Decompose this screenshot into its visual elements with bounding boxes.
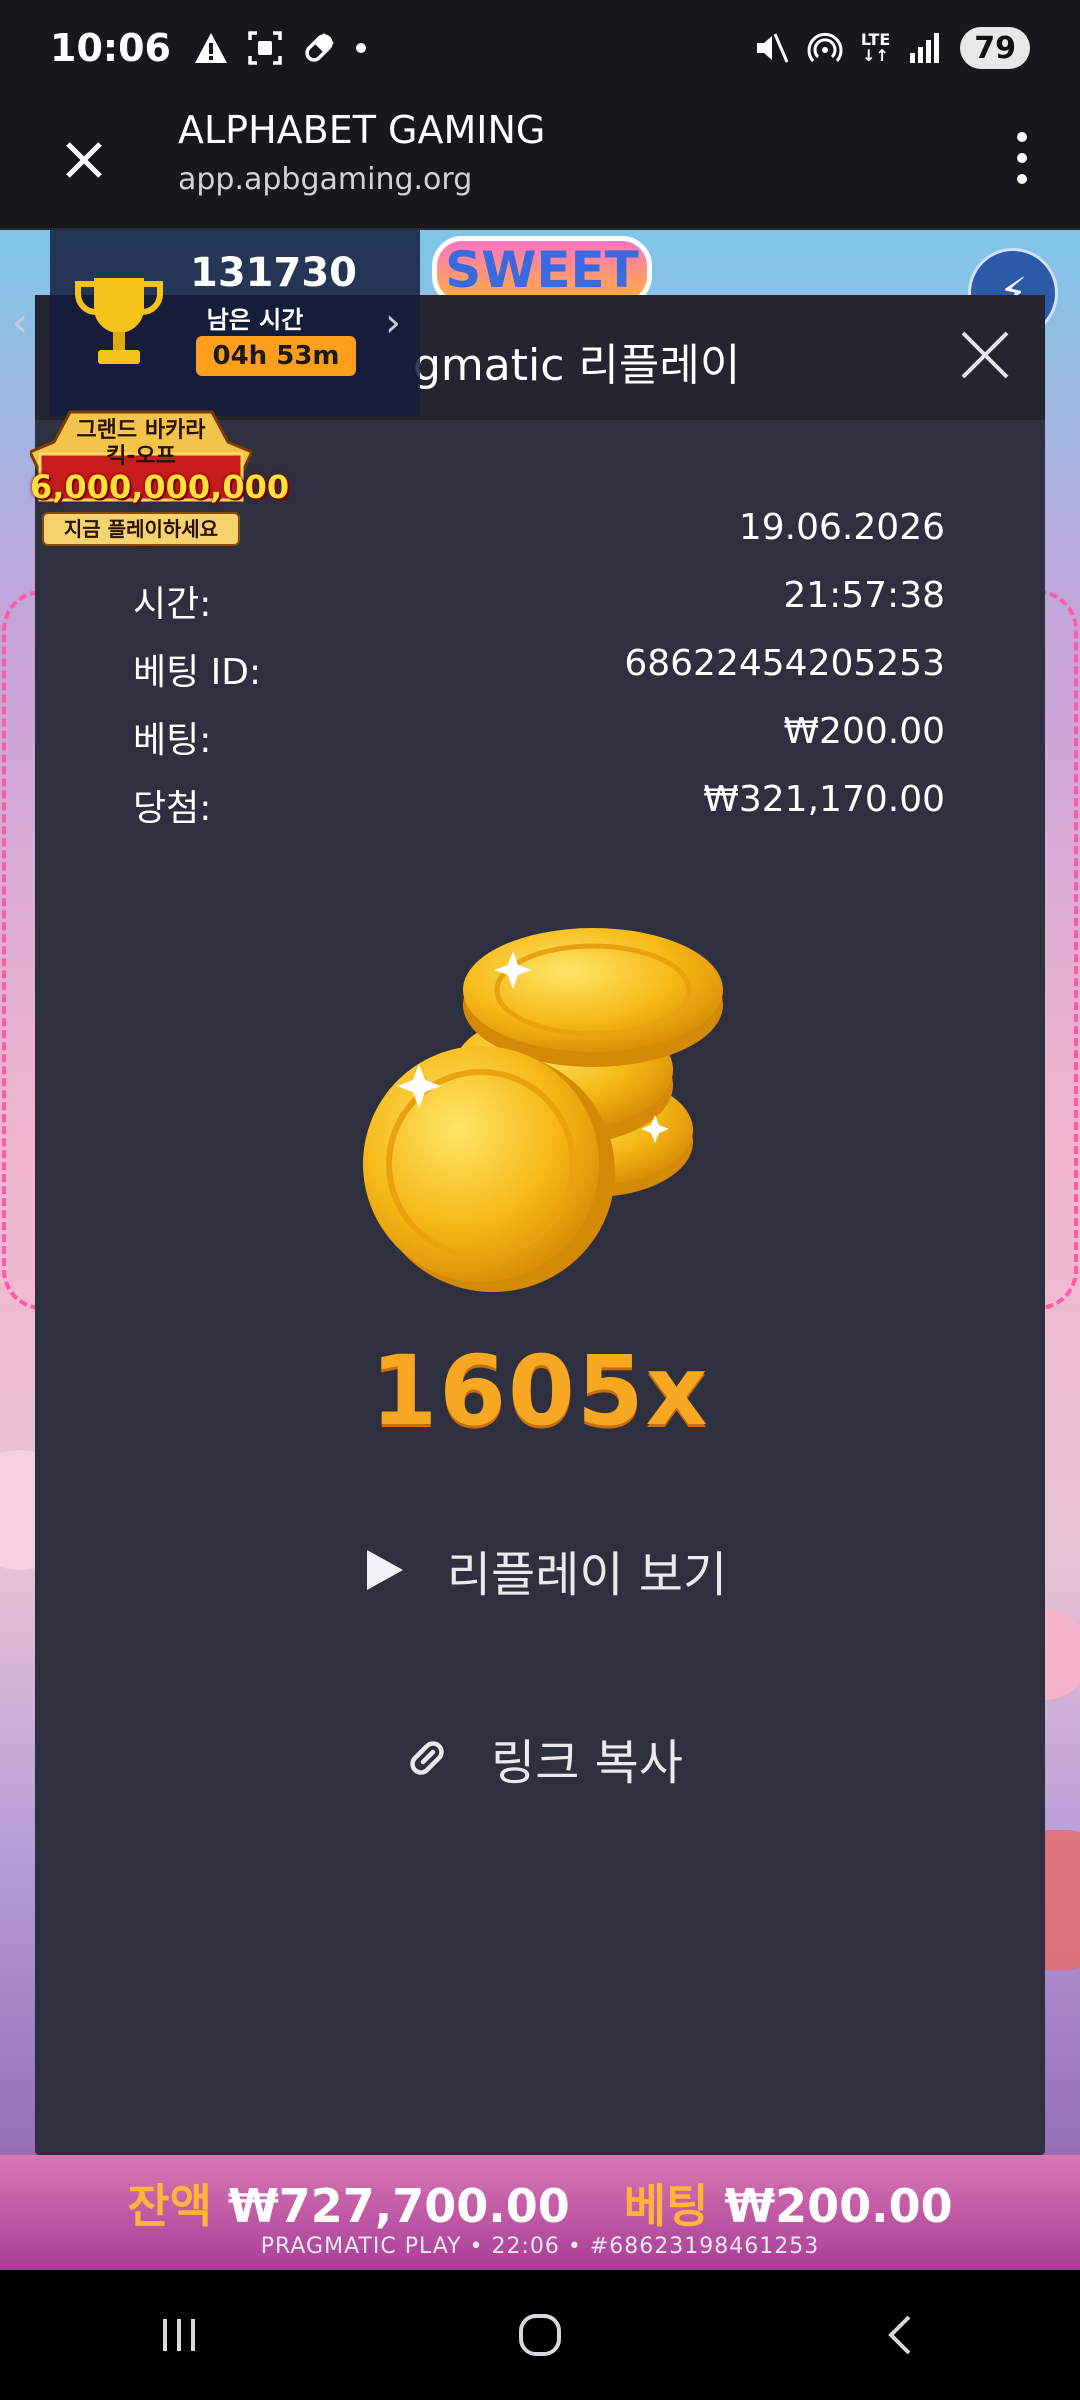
watch-replay-button[interactable]: 리플레이 보기	[35, 1535, 1045, 1605]
link-icon	[397, 1728, 457, 1788]
promo-badge[interactable]: 그랜드 바카라 킥-오프 6,000,000,000원 지금 플레이하세요	[30, 410, 289, 552]
chevron-left-icon[interactable]: ‹	[12, 300, 28, 346]
info-value: 68622454205253	[624, 643, 945, 684]
tournament-timer: 04h 53m	[196, 336, 356, 376]
home-icon[interactable]	[512, 2307, 568, 2363]
info-row-win: 당첨: ₩321,170.00	[133, 779, 945, 831]
tournament-widget[interactable]: ‹ › 131730 남은 시간 04h 53m 그랜드 바카라 킥-오프 6,…	[0, 230, 420, 550]
page-url[interactable]: app.apbgaming.org	[178, 162, 472, 197]
lte-icon: LTE ↓↑	[861, 32, 890, 64]
copy-link-button[interactable]: 링크 복사	[35, 1723, 1045, 1793]
tournament-score: 131730	[190, 250, 357, 296]
hotspot-icon	[807, 30, 843, 66]
promo-line2: 킥-오프	[106, 444, 176, 469]
play-icon	[353, 1540, 413, 1600]
pill-icon	[301, 30, 337, 66]
alert-icon	[193, 31, 229, 65]
info-row-time: 시간: 21:57:38	[133, 575, 945, 627]
dot-icon	[355, 42, 367, 54]
copy-link-label: 링크 복사	[491, 1735, 683, 1791]
modal-close-icon[interactable]	[955, 325, 1015, 385]
info-value: 19.06.2026	[738, 507, 945, 548]
info-key: 시간:	[133, 584, 212, 625]
status-icons-left	[193, 30, 367, 66]
info-key: 베팅 ID:	[133, 652, 262, 693]
bet-label: 베팅	[623, 2179, 709, 2233]
balance-label: 잔액	[127, 2179, 212, 2233]
status-time: 10:06	[50, 26, 171, 70]
recent-apps-icon[interactable]	[155, 2311, 203, 2359]
chevron-right-icon[interactable]: ›	[385, 300, 401, 346]
close-icon[interactable]	[56, 132, 112, 188]
status-icons-right: LTE ↓↑ 79	[753, 27, 1030, 69]
balance-value: ₩727,700.00	[227, 2179, 570, 2233]
game-footer-meta: PRAGMATIC PLAY • 22:06 • #68623198461253	[260, 2234, 820, 2259]
status-bar: 10:06 LTE ↓↑ 79	[0, 0, 1080, 96]
info-key: 베팅:	[133, 720, 212, 761]
info-row-bet: 베팅: ₩200.00	[133, 711, 945, 763]
browser-toolbar: ALPHABET GAMING app.apbgaming.org	[0, 96, 1080, 230]
replay-modal: gmatic 리플레이 19.06.2026 시간: 21:57:38 베팅 I…	[35, 295, 1045, 2155]
win-multiplier: 1605x	[370, 1335, 710, 1447]
balance-line: 잔액 ₩727,700.00 베팅 ₩200.00	[0, 2170, 1080, 2236]
trophy-icon	[75, 278, 163, 364]
promo-cta-button[interactable]: 지금 플레이하세요	[42, 512, 240, 546]
android-nav-bar	[0, 2270, 1080, 2400]
mute-icon	[753, 30, 789, 66]
back-icon[interactable]	[877, 2311, 925, 2359]
info-value: 21:57:38	[783, 575, 945, 616]
gold-coins-icon	[363, 928, 723, 1292]
screenshot-icon	[247, 30, 283, 66]
more-options-icon[interactable]	[1002, 126, 1042, 190]
modal-title: gmatic 리플레이	[413, 340, 741, 391]
info-value: ₩321,170.00	[703, 779, 945, 820]
tournament-remaining-label: 남은 시간	[206, 306, 304, 334]
page-title: ALPHABET GAMING	[178, 108, 546, 152]
info-key: 당첨:	[133, 788, 212, 829]
info-value: ₩200.00	[783, 711, 945, 752]
battery-icon: 79	[960, 27, 1030, 69]
bet-value: ₩200.00	[724, 2179, 953, 2233]
signal-icon	[908, 31, 942, 65]
watch-replay-label: 리플레이 보기	[446, 1547, 728, 1603]
info-row-bet-id: 베팅 ID: 68622454205253	[133, 643, 945, 695]
data-arrows: ↓↑	[862, 46, 889, 65]
